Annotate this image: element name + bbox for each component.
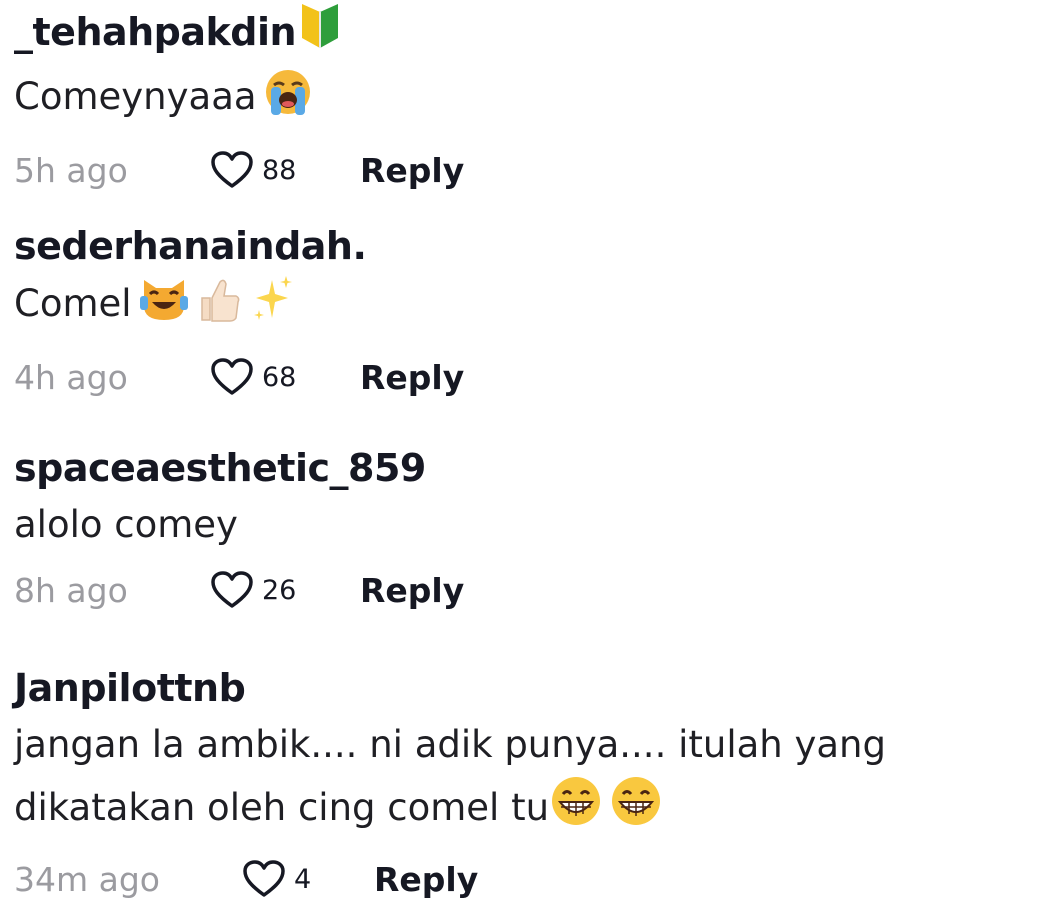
heart-icon[interactable] — [210, 150, 254, 190]
like-count: 26 — [262, 574, 297, 606]
comment-meta: 34m ago 4 Reply — [14, 855, 1030, 903]
comment-text-line-2: dikatakan oleh cing comel tu — [14, 786, 550, 829]
heart-icon[interactable] — [210, 570, 254, 610]
like-button[interactable]: 68 — [210, 357, 360, 397]
username-text[interactable]: _tehahpakdin — [14, 10, 297, 54]
like-button[interactable]: 4 — [242, 859, 374, 899]
reply-button[interactable]: Reply — [360, 151, 464, 190]
beginner-symbol-icon — [298, 2, 342, 61]
comment-text-content: Comel — [14, 282, 132, 325]
comment-item: sederhanaindah. Comel 4h ago 68 Reply — [14, 224, 1030, 401]
sparkles-icon — [250, 274, 294, 341]
cat-tears-of-joy-icon — [138, 274, 190, 341]
comment-username[interactable]: spaceaesthetic_859 — [14, 446, 1030, 490]
comment-time: 34m ago — [14, 859, 160, 899]
comment-text: jangan la ambik.... ni adik punya.... it… — [14, 716, 1030, 845]
comment-username[interactable]: sederhanaindah. — [14, 224, 1030, 268]
comment-username[interactable]: _tehahpakdin — [14, 2, 1030, 61]
grinning-face-icon — [609, 774, 663, 845]
reply-button[interactable]: Reply — [374, 860, 478, 899]
reply-button[interactable]: Reply — [360, 571, 464, 610]
comment-meta: 5h ago 88 Reply — [14, 146, 1030, 194]
comment-text-content: alolo comey — [14, 503, 238, 546]
like-count: 88 — [262, 154, 297, 186]
username-text[interactable]: spaceaesthetic_859 — [14, 446, 426, 490]
comment-time: 5h ago — [14, 150, 128, 190]
comment-meta: 4h ago 68 Reply — [14, 353, 1030, 401]
grinning-face-icon — [549, 774, 603, 845]
comment-text-content: Comeynyaaa — [14, 75, 257, 118]
comment-item: _tehahpakdin Comeynyaaa 5h ago 88 Reply — [14, 2, 1030, 194]
like-button[interactable]: 88 — [210, 150, 360, 190]
comment-text-line-1: jangan la ambik.... ni adik punya.... it… — [14, 723, 886, 766]
comment-text: alolo comey — [14, 496, 1030, 554]
heart-icon[interactable] — [210, 357, 254, 397]
comment-username[interactable]: Janpilottnb — [14, 666, 1030, 710]
heart-icon[interactable] — [242, 859, 286, 899]
loudly-crying-face-icon — [263, 67, 313, 134]
comment-item: Janpilottnb jangan la ambik.... ni adik … — [14, 666, 1030, 903]
comment-item: spaceaesthetic_859 alolo comey 8h ago 26… — [14, 446, 1030, 614]
username-text[interactable]: Janpilottnb — [14, 666, 246, 710]
like-count: 4 — [294, 863, 312, 895]
like-count: 68 — [262, 361, 297, 393]
like-button[interactable]: 26 — [210, 570, 360, 610]
comment-time: 8h ago — [14, 570, 128, 610]
comment-text: Comel — [14, 274, 1030, 341]
comment-time: 4h ago — [14, 357, 128, 397]
comment-meta: 8h ago 26 Reply — [14, 566, 1030, 614]
thumbs-up-icon — [192, 274, 244, 341]
username-text[interactable]: sederhanaindah. — [14, 224, 367, 268]
reply-button[interactable]: Reply — [360, 358, 464, 397]
comment-text: Comeynyaaa — [14, 67, 1030, 134]
